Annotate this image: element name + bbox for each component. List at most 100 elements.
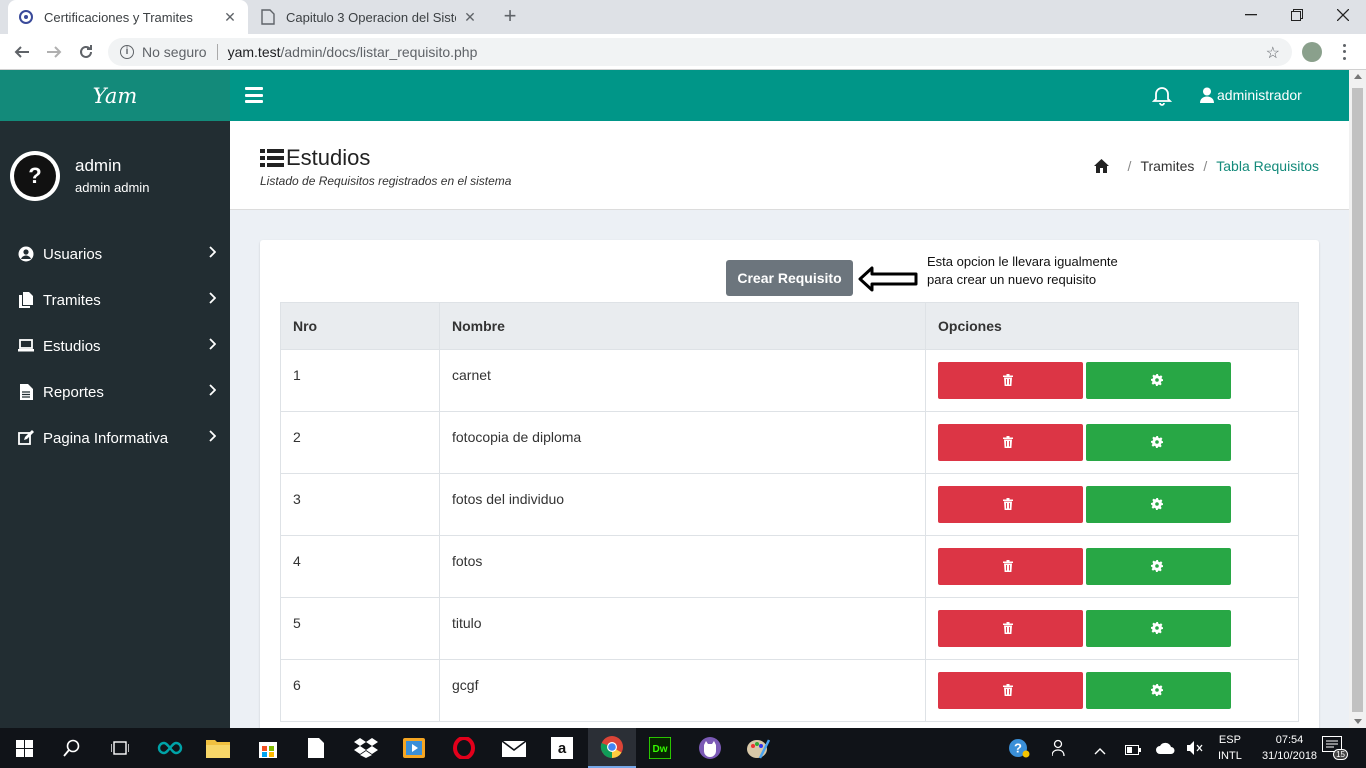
battery-icon[interactable] xyxy=(1125,742,1141,758)
people-icon[interactable] xyxy=(1051,739,1068,760)
info-icon[interactable]: i xyxy=(120,45,134,59)
forward-icon[interactable] xyxy=(42,40,66,64)
scroll-up-icon[interactable] xyxy=(1354,74,1362,79)
breadcrumb-item[interactable]: Tramites xyxy=(1140,158,1194,174)
breadcrumb-item-active: Tabla Requisitos xyxy=(1216,158,1319,174)
chevron-right-icon xyxy=(209,430,216,442)
chevron-right-icon xyxy=(209,292,216,304)
settings-button[interactable] xyxy=(1086,424,1231,461)
scrollbar-thumb[interactable] xyxy=(1352,88,1363,712)
security-label: No seguro xyxy=(142,44,207,60)
address-bar[interactable]: i No seguro yam.test /admin/docs/listar_… xyxy=(108,38,1292,66)
sidebar-item-estudios[interactable]: Estudios xyxy=(0,323,230,369)
tab-close-icon[interactable]: ✕ xyxy=(222,9,238,25)
settings-button[interactable] xyxy=(1086,672,1231,709)
task-view-icon[interactable] xyxy=(96,728,144,768)
opera-icon[interactable] xyxy=(440,728,488,768)
chevron-right-icon xyxy=(209,384,216,396)
row-number: 1 xyxy=(280,349,440,412)
help-icon[interactable]: ? xyxy=(1008,738,1030,761)
dropbox-icon[interactable] xyxy=(342,728,390,768)
table-row: 1 carnet xyxy=(280,349,1299,412)
profile-avatar[interactable] xyxy=(1302,42,1322,62)
trash-icon xyxy=(1003,374,1013,386)
input-language[interactable]: ESP INTL xyxy=(1218,732,1242,764)
chevron-right-icon xyxy=(209,246,216,258)
chrome-icon[interactable] xyxy=(588,728,636,768)
gear-icon xyxy=(1151,560,1163,572)
browser-tab[interactable]: Capitulo 3 Operacion del Sistema ✕ xyxy=(250,0,488,34)
sidebar-toggle-icon[interactable] xyxy=(245,87,263,103)
store-icon[interactable] xyxy=(244,728,292,768)
delete-button[interactable] xyxy=(938,548,1083,585)
svg-text:?: ? xyxy=(1014,741,1022,756)
cat-app-icon[interactable] xyxy=(686,728,734,768)
sidebar-item-usuarios[interactable]: Usuarios xyxy=(0,231,230,277)
create-requirement-button[interactable]: Crear Requisito xyxy=(726,260,853,296)
close-window-icon[interactable] xyxy=(1320,0,1366,30)
trash-icon xyxy=(1003,622,1013,634)
brand-logo[interactable]: Yam xyxy=(0,70,230,121)
url-path: /admin/docs/listar_requisito.php xyxy=(280,44,478,60)
user-name: administrador xyxy=(1217,87,1302,103)
top-navbar: administrador xyxy=(230,70,1349,121)
row-name: fotos del individuo xyxy=(439,473,926,536)
url-host: yam.test xyxy=(227,44,281,60)
windows-taskbar: a Dw ? ESP INTL 07:54 31/10/2018 15 xyxy=(0,728,1366,768)
omnibox-divider xyxy=(216,44,218,60)
delete-button[interactable] xyxy=(938,424,1083,461)
settings-button[interactable] xyxy=(1086,486,1231,523)
row-options xyxy=(925,349,1299,412)
new-tab-button[interactable]: + xyxy=(498,5,522,29)
volume-muted-icon[interactable] xyxy=(1187,741,1203,758)
requirements-table: Nro Nombre Opciones 1 carnet 2 fotocopia de… xyxy=(280,302,1299,722)
dreamweaver-icon[interactable]: Dw xyxy=(636,728,684,768)
system-clock[interactable]: 07:54 31/10/2018 xyxy=(1262,732,1317,764)
row-options xyxy=(925,473,1299,536)
cloud-icon[interactable] xyxy=(1155,741,1175,757)
document-app-icon[interactable] xyxy=(292,728,340,768)
sidebar-item-tramites[interactable]: Tramites xyxy=(0,277,230,323)
bookmark-star-icon[interactable]: ☆ xyxy=(1266,43,1280,63)
minimize-icon[interactable] xyxy=(1228,0,1274,30)
browser-menu-icon[interactable] xyxy=(1336,42,1352,62)
maximize-icon[interactable] xyxy=(1274,0,1320,30)
sidebar-item-pagina-informativa[interactable]: Pagina Informativa xyxy=(0,415,230,461)
sidebar-item-reportes[interactable]: Reportes xyxy=(0,369,230,415)
file-explorer-icon[interactable] xyxy=(194,728,242,768)
user-menu[interactable]: administrador xyxy=(1200,87,1302,103)
scroll-down-icon[interactable] xyxy=(1354,719,1362,724)
delete-button[interactable] xyxy=(938,486,1083,523)
back-icon[interactable] xyxy=(10,40,34,64)
sidebar: ? admin admin admin Usuarios Tramites Es… xyxy=(0,121,230,728)
settings-button[interactable] xyxy=(1086,362,1231,399)
search-icon[interactable] xyxy=(48,728,96,768)
row-name: gcgf xyxy=(439,659,926,722)
settings-button[interactable] xyxy=(1086,548,1231,585)
sidebar-menu: Usuarios Tramites Estudios Reportes Pagi… xyxy=(0,231,230,461)
amazon-icon[interactable]: a xyxy=(538,728,586,768)
delete-button[interactable] xyxy=(938,610,1083,647)
vertical-scrollbar[interactable] xyxy=(1349,70,1366,728)
settings-button[interactable] xyxy=(1086,610,1231,647)
paint-icon[interactable] xyxy=(734,728,782,768)
delete-button[interactable] xyxy=(938,362,1083,399)
mail-icon[interactable] xyxy=(490,728,538,768)
row-name: titulo xyxy=(439,597,926,660)
windows-start-icon[interactable] xyxy=(0,728,48,768)
sidebar-item-label: Reportes xyxy=(43,383,104,401)
tab-title: Certificaciones y Tramites xyxy=(44,9,193,25)
reload-icon[interactable] xyxy=(74,40,98,64)
media-player-icon[interactable] xyxy=(390,728,438,768)
file-icon xyxy=(18,292,34,308)
arduino-icon[interactable] xyxy=(146,728,194,768)
chevron-up-icon[interactable] xyxy=(1094,742,1106,758)
row-options xyxy=(925,597,1299,660)
browser-tab-active[interactable]: Certificaciones y Tramites ✕ xyxy=(8,0,248,34)
delete-button[interactable] xyxy=(938,672,1083,709)
notifications-bell-icon[interactable] xyxy=(1151,86,1173,106)
browser-tabstrip: Certificaciones y Tramites ✕ Capitulo 3 … xyxy=(0,0,1366,34)
home-icon[interactable] xyxy=(1093,159,1109,173)
action-center-icon[interactable]: 15 xyxy=(1322,736,1348,760)
tab-close-icon[interactable]: ✕ xyxy=(462,9,478,25)
